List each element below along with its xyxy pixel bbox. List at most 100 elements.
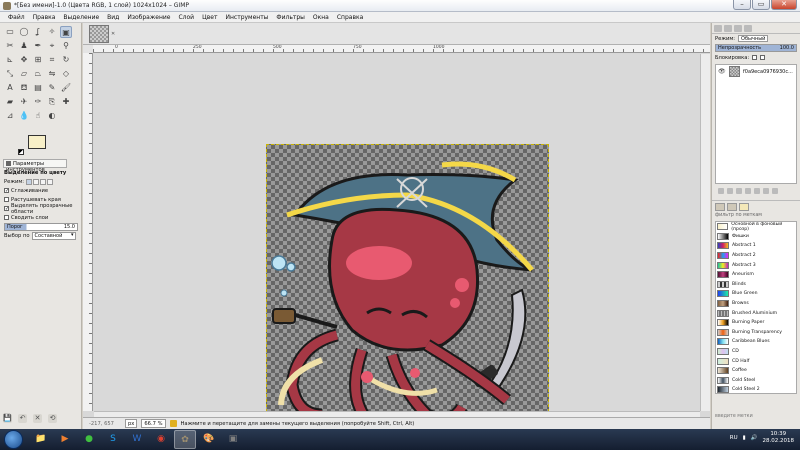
ruler-corner[interactable]	[83, 45, 93, 53]
menu-item[interactable]: Вид	[103, 12, 123, 22]
opacity-slider[interactable]: Непрозрачность 100.0	[715, 44, 797, 52]
gradient-item[interactable]: Blinds	[716, 280, 796, 290]
menu-item[interactable]: Выделение	[59, 12, 103, 22]
threshold-slider[interactable]: Порог 15.0	[4, 222, 78, 231]
move-icon[interactable]: ✥	[18, 54, 30, 66]
delete-options-icon[interactable]: ✕	[33, 414, 42, 423]
foreground-color-swatch[interactable]	[28, 135, 46, 149]
lasso-icon[interactable]: ʆ	[32, 26, 44, 38]
ellipse-select-icon[interactable]: ◯	[18, 26, 30, 38]
gradient-item[interactable]: Фишки	[716, 232, 796, 242]
maximize-button[interactable]: ▭	[752, 0, 770, 10]
image-canvas[interactable]	[266, 144, 549, 427]
gradient-item[interactable]: Abstract 2	[716, 251, 796, 261]
lock-pixels-checkbox[interactable]	[752, 55, 758, 60]
player-icon[interactable]: ▶	[54, 430, 76, 449]
gradient-item[interactable]: Caribbean Blues	[716, 337, 796, 347]
browser-green-icon[interactable]: ●	[78, 430, 100, 449]
gimp-icon[interactable]: ✿	[174, 430, 196, 449]
gradient-item[interactable]: Burning Paper	[716, 318, 796, 328]
lock-alpha-checkbox[interactable]	[760, 55, 766, 60]
antialias-row[interactable]: ✓ Сглаживание	[3, 186, 79, 195]
gradient-item[interactable]: Abstract 3	[716, 260, 796, 270]
terminal-icon[interactable]: ▣	[222, 430, 244, 449]
anchor-layer-icon[interactable]	[754, 188, 760, 194]
layer-mode-dropdown[interactable]: Обычный	[738, 35, 769, 42]
eraser-icon[interactable]: ▰	[4, 96, 16, 108]
gradient-item[interactable]: CD	[716, 347, 796, 357]
gradient-tag-filter[interactable]: фильтр по меткам	[715, 213, 797, 220]
volume-icon[interactable]: 🔊	[751, 435, 758, 441]
tag-entry[interactable]: введите метки	[715, 414, 797, 419]
paths-icon[interactable]: ✒	[32, 40, 44, 52]
clock[interactable]: 10:39 28.02.2018	[763, 431, 795, 445]
vertical-ruler[interactable]	[83, 53, 93, 411]
default-colors-icon[interactable]	[18, 149, 24, 155]
rotate-icon[interactable]: ↻	[60, 54, 72, 66]
smudge-icon[interactable]: ☝	[32, 110, 44, 122]
mode-subtract-button[interactable]	[40, 178, 47, 185]
mode-add-button[interactable]	[33, 178, 40, 185]
crop-icon[interactable]: ⌗	[46, 54, 58, 66]
language-indicator[interactable]: RU	[730, 435, 738, 441]
duplicate-layer-icon[interactable]	[745, 188, 751, 194]
menu-item[interactable]: Окна	[309, 12, 333, 22]
scale-icon[interactable]: ⤡	[4, 68, 16, 80]
gradient-item[interactable]: Burning Transparency	[716, 328, 796, 338]
minimize-button[interactable]: –	[733, 0, 751, 10]
lower-layer-icon[interactable]	[736, 188, 742, 194]
mode-intersect-button[interactable]	[47, 178, 54, 185]
shear-icon[interactable]: ▱	[18, 68, 30, 80]
menu-item[interactable]: Правка	[29, 12, 60, 22]
mask-layer-icon[interactable]	[763, 188, 769, 194]
menu-item[interactable]: Фильтры	[272, 12, 308, 22]
ink-icon[interactable]: ✑	[32, 96, 44, 108]
bucket-fill-icon[interactable]: ⛾	[18, 82, 30, 94]
cage-icon[interactable]: ◇	[60, 68, 72, 80]
canvas-area[interactable]	[94, 54, 700, 427]
menu-item[interactable]: Изображение	[123, 12, 174, 22]
dodge-icon[interactable]: ◐	[46, 110, 58, 122]
channels-tab-icon[interactable]	[724, 25, 732, 32]
align-icon[interactable]: ⊞	[32, 54, 44, 66]
foreground-select-icon[interactable]: ♟	[18, 40, 30, 52]
gradient-item[interactable]: Cold Steel 2	[716, 385, 796, 393]
brushes-tab-icon[interactable]	[715, 203, 725, 211]
tool-options-tab[interactable]: Параметры инструментов	[3, 159, 67, 173]
vertical-scrollbar[interactable]	[700, 54, 710, 411]
pencil-icon[interactable]: ✎	[46, 82, 58, 94]
text-icon[interactable]: A	[4, 82, 16, 94]
feather-checkbox[interactable]	[4, 197, 9, 202]
select-transparent-checkbox[interactable]: ✓	[4, 206, 9, 212]
raise-layer-icon[interactable]	[727, 188, 733, 194]
mode-replace-button[interactable]	[26, 178, 33, 185]
color-select-icon[interactable]: ▣	[60, 26, 72, 38]
menu-item[interactable]: Инструменты	[221, 12, 272, 22]
tab-close-icon[interactable]: ✕	[111, 31, 115, 37]
antialias-checkbox[interactable]: ✓	[4, 188, 9, 194]
perspective-clone-icon[interactable]: ⊿	[4, 110, 16, 122]
heal-icon[interactable]: ✚	[60, 96, 72, 108]
gradient-item[interactable]: Aneurism	[716, 270, 796, 280]
skype-icon[interactable]: S	[102, 430, 124, 449]
gradient-item[interactable]: Cold Steel	[716, 376, 796, 386]
word-icon[interactable]: W	[126, 430, 148, 449]
image-tab-thumbnail[interactable]	[89, 25, 109, 43]
scissors-icon[interactable]: ✂	[4, 40, 16, 52]
perspective-icon[interactable]: ⏢	[32, 68, 44, 80]
start-button[interactable]	[4, 430, 23, 449]
menu-item[interactable]: Цвет	[198, 12, 221, 22]
patterns-tab-icon[interactable]	[727, 203, 737, 211]
layers-tab-icon[interactable]	[714, 25, 722, 32]
save-options-icon[interactable]: 💾	[3, 414, 12, 423]
paint-icon[interactable]: 🎨	[198, 430, 220, 449]
visibility-eye-icon[interactable]: 👁	[718, 68, 726, 75]
new-layer-icon[interactable]	[718, 188, 724, 194]
chrome-icon[interactable]: ◉	[150, 430, 172, 449]
menu-item[interactable]: Справка	[333, 12, 367, 22]
close-button[interactable]: ✕	[771, 0, 797, 10]
explorer-icon[interactable]: 📁	[30, 430, 52, 449]
gradient-item[interactable]: CD Half	[716, 356, 796, 366]
horizontal-ruler[interactable]: 0 250 500 750 1000	[93, 45, 710, 53]
color-picker-icon[interactable]: ⌖	[46, 40, 58, 52]
